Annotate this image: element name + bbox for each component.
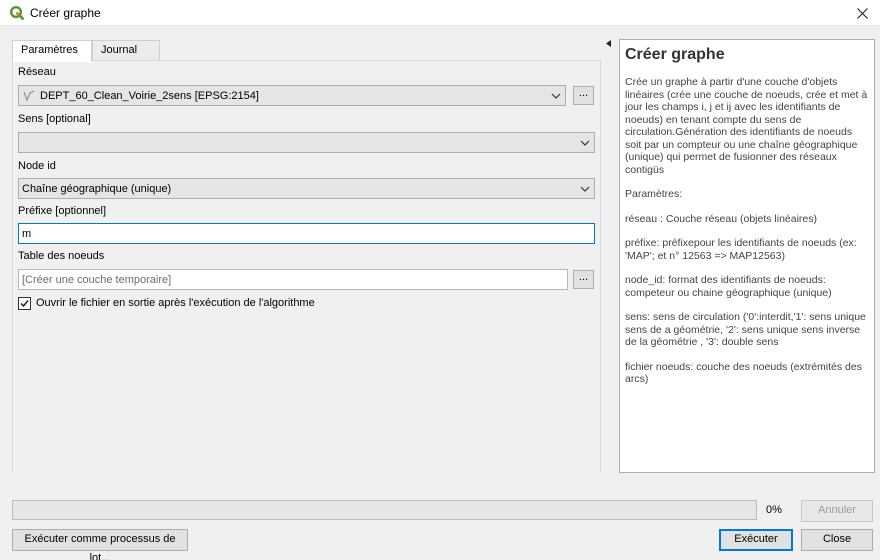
chevron-down-icon [580,140,590,146]
sens-label: Sens [optional] [18,113,91,125]
close-window-button[interactable] [844,0,880,26]
reseau-combobox[interactable]: DEPT_60_Clean_Voirie_2sens [EPSG:2154] [18,85,566,106]
run-button[interactable]: Exécuter [719,529,793,551]
title-bar: Créer graphe [0,0,880,26]
reseau-label: Réseau [18,66,56,78]
help-title: Créer graphe [625,46,725,63]
table-noeuds-label: Table des noeuds [18,250,105,262]
help-fichier-noeuds: fichier noeuds: couche des noeuds (extré… [625,360,862,386]
help-parameters-heading: Paramètres: [625,188,683,200]
table-noeuds-browse-button[interactable]: ... [573,270,594,289]
reseau-browse-button[interactable]: ... [573,86,594,105]
help-reseau: réseau : Couche réseau (objets linéaires… [625,212,818,225]
prefixe-label: Préfixe [optionnel] [18,205,107,217]
help-panel: Créer graphe Crée un graphe à partir d'u… [619,39,875,473]
progress-bar [12,500,757,520]
help-node-id: node_id: format des identifiants de noeu… [625,274,832,299]
parameters-panel [12,60,601,472]
close-icon [856,7,868,19]
help-description: Crée un graphe à partir d'une couche d'o… [625,76,868,176]
reseau-value: DEPT_60_Clean_Voirie_2sens [EPSG:2154] [40,90,259,102]
collapse-help-icon[interactable] [606,40,612,47]
tab-parametres[interactable]: Paramètres [12,40,92,62]
cancel-button[interactable]: Annuler [801,500,873,522]
window-title: Créer graphe [30,6,101,20]
table-noeuds-input[interactable]: [Créer une couche temporaire] [18,269,568,290]
node-id-combobox[interactable]: Chaîne géographique (unique) [18,178,595,199]
close-button[interactable]: Close [801,529,873,551]
node-id-value: Chaîne géographique (unique) [22,183,172,195]
prefixe-input[interactable]: m [18,223,595,244]
chevron-down-icon [551,93,561,99]
help-sens: sens: sens de circulation ('0':interdit,… [625,311,866,348]
open-output-checkbox[interactable] [18,297,31,310]
progress-percent: 0% [766,504,782,516]
node-id-label: Node id [18,160,56,172]
batch-process-button[interactable]: Exécuter comme processus de lot... [12,529,188,560]
line-layer-icon [23,90,35,101]
chevron-down-icon [580,186,590,192]
sens-combobox[interactable] [18,132,595,153]
checkmark-icon [20,300,29,308]
help-prefixe: préfixe: préfixepour les identifiants de… [625,237,857,262]
open-output-label: Ouvrir le fichier en sortie après l'exéc… [36,297,315,309]
tab-journal[interactable]: Journal [92,40,160,61]
qgis-logo-icon [9,5,24,20]
